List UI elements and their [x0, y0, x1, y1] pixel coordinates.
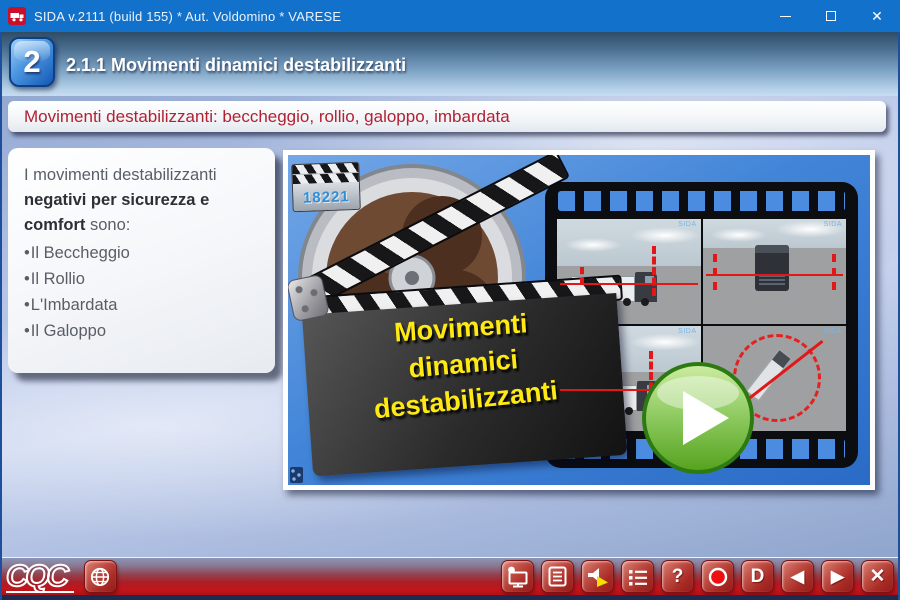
topics-button[interactable]: [621, 560, 654, 593]
info-panel: I movimenti destabilizzanti negativi per…: [8, 148, 275, 373]
chapter-number: 2: [23, 44, 40, 80]
list-icon: [627, 567, 649, 587]
text-button[interactable]: [541, 560, 574, 593]
record-icon: [707, 566, 729, 588]
help-button[interactable]: ?: [661, 560, 694, 593]
chapter-badge: 2: [9, 37, 55, 87]
list-item: •Il Rollio: [24, 266, 263, 292]
title-bar: SIDA v.2111 (build 155) * Aut. Voldomino…: [0, 0, 900, 32]
logo-stamp-icon: [290, 467, 303, 483]
subtitle-text: Movimenti destabilizzanti: beccheggio, r…: [24, 107, 510, 127]
list-item: •L'Imbardata: [24, 292, 263, 318]
play-button[interactable]: [640, 360, 756, 476]
previous-arrow-icon: ◀: [791, 568, 804, 585]
clapperboard: Movimenti dinamici destabilizzanti: [302, 293, 628, 477]
minimize-icon: [780, 16, 791, 17]
frame-watermark: SIDA: [678, 328, 696, 335]
section-header: 2 2.1.1 Movimenti dinamici destabilizzan…: [0, 32, 900, 96]
close-icon: ✕: [871, 9, 883, 23]
speaker-icon: [586, 566, 609, 588]
video-player[interactable]: SIDA SIDA: [283, 150, 875, 490]
clip-number-icon: 18221: [291, 162, 361, 212]
dictionary-button[interactable]: D: [741, 560, 774, 593]
language-button[interactable]: [84, 560, 117, 593]
window-title: SIDA v.2111 (build 155) * Aut. Voldomino…: [34, 9, 341, 24]
list-item: •Il Galoppo: [24, 318, 263, 344]
frame-watermark: SIDA: [824, 328, 842, 335]
window-bottom-border: [0, 595, 900, 600]
next-arrow-icon: ▶: [831, 568, 844, 585]
next-button[interactable]: ▶: [821, 560, 854, 593]
close-button[interactable]: ✕: [854, 0, 900, 32]
film-sprockets-top: [558, 191, 845, 211]
question-icon: ?: [672, 567, 684, 586]
clip-number: 18221: [293, 182, 360, 212]
cqc-logo: CQC: [6, 561, 74, 593]
frame-roll: SIDA: [703, 219, 847, 324]
frame-watermark: SIDA: [824, 221, 842, 228]
app-window: SIDA v.2111 (build 155) * Aut. Voldomino…: [0, 0, 900, 600]
tutor-button[interactable]: [501, 560, 534, 593]
maximize-button[interactable]: [808, 0, 854, 32]
section-title: 2.1.1 Movimenti dinamici destabilizzanti: [66, 55, 406, 76]
movement-list: •Il Beccheggio •Il Rollio •L'Imbardata •…: [24, 240, 263, 344]
audio-button[interactable]: [581, 560, 614, 593]
list-item: •Il Beccheggio: [24, 240, 263, 266]
dictionary-icon: D: [751, 567, 765, 586]
info-intro: I movimenti destabilizzanti negativi per…: [24, 163, 263, 238]
exit-x-icon: ✕: [870, 567, 886, 586]
subtitle-bar: Movimenti destabilizzanti: beccheggio, r…: [8, 101, 886, 132]
tutor-monitor-icon: [506, 566, 530, 588]
app-truck-icon: [8, 7, 26, 25]
record-button[interactable]: [701, 560, 734, 593]
previous-button[interactable]: ◀: [781, 560, 814, 593]
bottom-toolbar: CQC: [0, 557, 900, 595]
frame-watermark: SIDA: [678, 221, 696, 228]
window-left-border: [0, 32, 2, 600]
minimize-button[interactable]: [762, 0, 808, 32]
document-icon: [548, 566, 567, 587]
toolbar-buttons: ? D ◀ ▶ ✕: [501, 560, 894, 593]
globe-icon: [89, 566, 111, 588]
video-thumbnail: SIDA SIDA: [288, 155, 870, 485]
caption-buttons: ✕: [762, 0, 900, 32]
exit-button[interactable]: ✕: [861, 560, 894, 593]
maximize-icon: [826, 11, 836, 21]
